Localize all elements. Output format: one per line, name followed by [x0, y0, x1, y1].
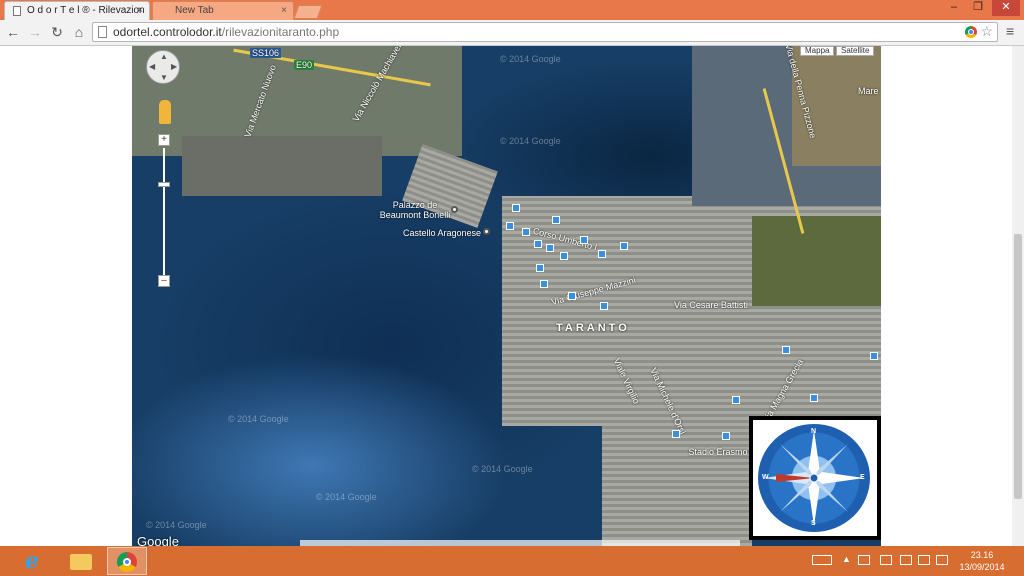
measurement-marker[interactable]: [598, 250, 606, 258]
map-watermark: © 2014 Google: [228, 414, 289, 424]
flag-icon[interactable]: [880, 555, 892, 565]
map-watermark: © 2014 Google: [500, 136, 561, 146]
network-icon[interactable]: [900, 555, 912, 565]
page-icon: [13, 6, 21, 16]
map-type-satellite-button[interactable]: Satellite: [836, 46, 875, 56]
windows-taskbar: e ▲ 23.16 13/09/2014: [0, 546, 1024, 576]
land-port: [182, 136, 382, 196]
back-icon[interactable]: ←: [4, 23, 22, 41]
forward-icon[interactable]: →: [26, 23, 44, 41]
page-icon: [98, 26, 107, 38]
street-label: SS106: [250, 48, 282, 58]
measurement-marker[interactable]: [732, 396, 740, 404]
measurement-marker[interactable]: [536, 264, 544, 272]
green-east: [752, 216, 881, 306]
google-logo: Google: [137, 534, 179, 546]
satellite-map[interactable]: SS106 E90 Via Niccolò Machiavelli Via Me…: [132, 46, 881, 546]
compass-south-label: S: [811, 520, 816, 527]
keyboard-icon[interactable]: [812, 555, 832, 565]
measurement-marker[interactable]: [722, 432, 730, 440]
scrollbar-thumb[interactable]: [1014, 234, 1022, 499]
compass-rose-icon: N S E W: [758, 424, 870, 532]
measurement-marker[interactable]: [506, 222, 514, 230]
street-label: E90: [294, 60, 315, 70]
compass-overlay: N S E W: [749, 416, 881, 540]
home-icon[interactable]: ⌂: [70, 23, 88, 41]
clock-time: 23.16: [970, 550, 994, 560]
city-label: TARANTO: [556, 322, 630, 334]
new-tab-button[interactable]: [293, 5, 323, 19]
menu-icon[interactable]: ≡: [1006, 23, 1014, 39]
measurement-marker[interactable]: [620, 242, 628, 250]
measurement-marker[interactable]: [600, 302, 608, 310]
close-tab-icon[interactable]: ×: [137, 2, 143, 20]
restore-button[interactable]: ❐: [968, 0, 988, 16]
address-bar[interactable]: odortel.controlodor.it/rilevazionitarant…: [92, 22, 998, 42]
street-label: Via Cesare Battisti: [674, 300, 748, 310]
pan-control[interactable]: ▲ ▼ ◀ ▶: [146, 50, 180, 84]
poi-label-palazzo: Palazzo de Beaumont Bonelli: [379, 200, 451, 220]
compass-north-label: N: [811, 428, 817, 435]
measurement-marker[interactable]: [534, 240, 542, 248]
tab-title: New Tab: [175, 5, 214, 16]
system-clock[interactable]: 23.16 13/09/2014: [958, 549, 1006, 573]
internet-explorer-icon[interactable]: e: [14, 547, 54, 575]
zoom-slider-handle[interactable]: [158, 182, 170, 187]
pan-right-icon[interactable]: ▶: [171, 62, 177, 71]
action-center-icon[interactable]: [858, 555, 870, 565]
zoom-out-button[interactable]: –: [158, 275, 170, 287]
url-text: odortel.controlodor.it/rilevazionitarant…: [113, 25, 340, 39]
chrome-extension-icon[interactable]: [965, 26, 977, 38]
pan-up-icon[interactable]: ▲: [160, 52, 168, 61]
measurement-marker[interactable]: [870, 352, 878, 360]
pan-left-icon[interactable]: ◀: [149, 62, 155, 71]
street-view-pegman-icon[interactable]: [159, 100, 171, 124]
reload-icon[interactable]: ↻: [48, 23, 66, 41]
tray-expand-icon[interactable]: ▲: [842, 554, 851, 564]
close-tab-icon[interactable]: ×: [281, 2, 287, 20]
map-watermark: © 2014 Google: [472, 464, 533, 474]
compass-east-label: E: [860, 474, 865, 481]
measurement-marker[interactable]: [552, 216, 560, 224]
measurement-marker[interactable]: [568, 292, 576, 300]
compass-rose-svg: [764, 430, 864, 526]
measurement-marker[interactable]: [546, 244, 554, 252]
minimize-button[interactable]: –: [944, 0, 964, 16]
measurement-marker[interactable]: [580, 236, 588, 244]
browser-toolbar: ← → ↻ ⌂ odortel.controlodor.it/rilevazio…: [0, 20, 1024, 46]
chrome-taskbar-icon[interactable]: [107, 547, 147, 575]
measurement-marker[interactable]: [560, 252, 568, 260]
tab-new-tab[interactable]: New Tab ×: [152, 1, 294, 20]
zoom-in-button[interactable]: +: [158, 134, 170, 146]
poi-label-castello: Castello Aragonese: [402, 228, 482, 238]
measurement-marker[interactable]: [810, 394, 818, 402]
tab-strip: O d o r T e l ® - Rilevazion × New Tab ×…: [0, 0, 1024, 20]
measurement-marker[interactable]: [522, 228, 530, 236]
tab-title: O d o r T e l ® - Rilevazion: [27, 5, 145, 16]
clock-date: 13/09/2014: [959, 562, 1005, 572]
compass-west-label: W: [762, 474, 769, 481]
volume-icon[interactable]: [936, 555, 948, 565]
poi-marker-castello[interactable]: [483, 228, 490, 235]
file-explorer-icon[interactable]: [60, 547, 100, 575]
tab-odortel[interactable]: O d o r T e l ® - Rilevazion ×: [4, 1, 150, 20]
signal-icon[interactable]: [918, 555, 930, 565]
map-watermark: © 2014 Google: [316, 492, 377, 502]
zoom-slider-track[interactable]: [163, 148, 165, 276]
map-watermark: © 2014 Google: [500, 54, 561, 64]
map-type-mappa-button[interactable]: Mappa: [800, 46, 835, 56]
bookmark-star-icon[interactable]: ☆: [980, 23, 993, 40]
scrollbar[interactable]: [1012, 46, 1024, 546]
measurement-marker[interactable]: [540, 280, 548, 288]
poi-marker-palazzo[interactable]: [451, 206, 458, 213]
measurement-marker[interactable]: [672, 430, 680, 438]
map-watermark: © 2014 Google: [146, 520, 207, 530]
close-window-button[interactable]: ✕: [992, 0, 1020, 16]
street-label: Mare: [858, 86, 879, 96]
measurement-marker[interactable]: [512, 204, 520, 212]
city-south: [602, 376, 752, 546]
poi-label-stadio: Stadio Erasmo: [688, 447, 748, 457]
measurement-marker[interactable]: [782, 346, 790, 354]
pan-down-icon[interactable]: ▼: [160, 73, 168, 82]
